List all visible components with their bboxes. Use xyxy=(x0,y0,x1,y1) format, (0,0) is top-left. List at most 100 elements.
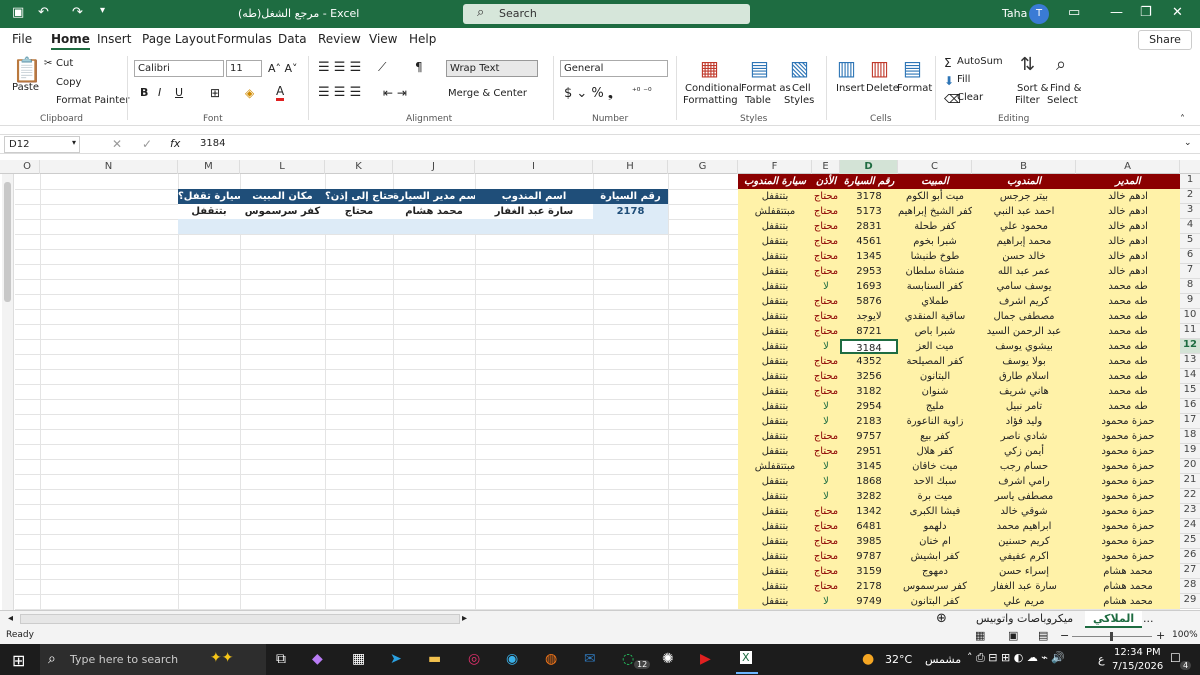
data-cell[interactable]: دمهوج xyxy=(898,564,972,579)
insert-function-icon[interactable]: fx xyxy=(170,137,180,150)
telegram-icon[interactable]: ➤ xyxy=(390,651,402,667)
data-cell[interactable]: بتتقفل xyxy=(738,219,812,234)
data-cell[interactable]: ادهم خالد xyxy=(1076,219,1180,234)
data-cell[interactable]: فيشا الكبرى xyxy=(898,504,972,519)
row-header-21[interactable]: 21 xyxy=(1180,474,1200,489)
data-cell[interactable]: بتتقفل xyxy=(738,594,812,609)
data-cell[interactable]: طه محمد xyxy=(1076,324,1180,339)
summary-cell[interactable]: محمد هشام xyxy=(393,204,475,219)
cancel-icon[interactable]: ✕ xyxy=(112,137,122,151)
underline-icon[interactable]: U xyxy=(175,86,183,99)
avatar[interactable]: T xyxy=(1029,4,1049,24)
row-header-10[interactable]: 10 xyxy=(1180,309,1200,324)
row-header-19[interactable]: 19 xyxy=(1180,444,1200,459)
data-cell[interactable]: لا xyxy=(812,474,840,489)
store-icon[interactable]: ▦ xyxy=(352,651,365,667)
search-input[interactable]: ⌕ Search xyxy=(463,4,750,24)
data-cell[interactable]: محتاج xyxy=(812,549,840,564)
data-cell[interactable]: طه محمد xyxy=(1076,384,1180,399)
close-icon[interactable]: ✕ xyxy=(1172,5,1183,20)
car-number-cell[interactable]: 9757 xyxy=(840,429,898,444)
add-sheet-icon[interactable]: ⊕ xyxy=(936,611,947,626)
car-number-cell[interactable]: 3178 xyxy=(840,189,898,204)
data-cell[interactable]: محتاج xyxy=(812,309,840,324)
data-cell[interactable]: بتتقفل xyxy=(738,444,812,459)
data-cell[interactable]: بتتقفل xyxy=(738,369,812,384)
data-cell[interactable]: كفر هلال xyxy=(898,444,972,459)
borders-icon[interactable]: ⊞ xyxy=(210,86,220,100)
data-cell[interactable]: كفر المصيلحة xyxy=(898,354,972,369)
summary-empty-cell[interactable] xyxy=(593,219,668,234)
currency-icon[interactable]: $ ⌄ % ❟ xyxy=(564,86,613,101)
delete-cells-icon[interactable]: ▥ xyxy=(870,56,889,80)
zoom-in-icon[interactable]: + xyxy=(1156,629,1165,642)
data-cell[interactable]: مليج xyxy=(898,399,972,414)
summary-empty-cell[interactable] xyxy=(240,219,325,234)
data-cell[interactable]: بتتقفل xyxy=(738,249,812,264)
car-number-cell[interactable]: 2953 xyxy=(840,264,898,279)
sort-filter-button[interactable]: Sort & xyxy=(1017,83,1048,94)
data-cell[interactable]: محتاج xyxy=(812,564,840,579)
top-align-icon[interactable]: ☰ ☰ ☰ xyxy=(318,60,361,75)
row-header-17[interactable]: 17 xyxy=(1180,414,1200,429)
row-header-18[interactable]: 18 xyxy=(1180,429,1200,444)
find-select-button[interactable]: Find & xyxy=(1050,83,1081,94)
share-button[interactable]: Share xyxy=(1138,30,1192,50)
scroll-left-icon[interactable]: ◂ xyxy=(8,613,13,624)
data-cell[interactable]: مصطفى ياسر xyxy=(972,489,1076,504)
row-header-11[interactable]: 11 xyxy=(1180,324,1200,339)
data-cell[interactable]: ميت العز xyxy=(898,339,972,354)
row-header-2[interactable]: 2 xyxy=(1180,189,1200,204)
data-cell[interactable]: حمزة محمود xyxy=(1076,489,1180,504)
car-number-cell[interactable]: 1345 xyxy=(840,249,898,264)
row-header-14[interactable]: 14 xyxy=(1180,369,1200,384)
data-cell[interactable]: بتتقفل xyxy=(738,234,812,249)
data-cell[interactable]: بتتقفل xyxy=(738,534,812,549)
data-cell[interactable]: اكرم عفيفي xyxy=(972,549,1076,564)
data-cell[interactable]: ساقية المنقدي xyxy=(898,309,972,324)
outlook-icon[interactable]: ✉ xyxy=(584,651,596,667)
data-cell[interactable]: بتتقفل xyxy=(738,384,812,399)
sheet-tab-private[interactable]: الملاكي xyxy=(1085,611,1143,628)
autosum-button[interactable]: AutoSum xyxy=(957,56,1003,67)
car-number-cell[interactable]: 3145 xyxy=(840,459,898,474)
data-cell[interactable]: كريم اشرف xyxy=(972,294,1076,309)
column-header-D[interactable]: D xyxy=(840,160,898,174)
cut-icon[interactable]: ✂ xyxy=(44,58,52,69)
column-header-E[interactable]: E xyxy=(812,160,840,174)
car-number-cell[interactable]: 4561 xyxy=(840,234,898,249)
data-cell[interactable]: حمزة محمود xyxy=(1076,549,1180,564)
scrollbar-thumb[interactable] xyxy=(4,182,11,302)
car-number-cell[interactable]: 5876 xyxy=(840,294,898,309)
data-cell[interactable]: شوقي خالد xyxy=(972,504,1076,519)
data-cell[interactable]: بيشوي يوسف xyxy=(972,339,1076,354)
data-cell[interactable]: كفر البتانون xyxy=(898,594,972,609)
data-cell[interactable]: تامر نبيل xyxy=(972,399,1076,414)
column-header-K[interactable]: K xyxy=(325,160,393,174)
conditional-formatting-icon[interactable]: ▦ xyxy=(700,56,719,80)
data-cell[interactable]: حمزة محمود xyxy=(1076,459,1180,474)
data-cell[interactable]: شبرا باص xyxy=(898,324,972,339)
page-break-icon[interactable]: ▤ xyxy=(1038,629,1048,642)
main-header[interactable]: المدير xyxy=(1076,174,1180,189)
summary-cell[interactable]: كفر سرسموس xyxy=(240,204,325,219)
main-header[interactable]: الأذن xyxy=(812,174,840,189)
insert-cells-button[interactable]: Insert xyxy=(836,83,865,94)
data-cell[interactable]: محتاج xyxy=(812,369,840,384)
sheet-tab-minibus[interactable]: ميكروباصات واتوبيس xyxy=(968,611,1081,628)
grow-font-icon[interactable]: A˄ A˅ xyxy=(268,62,298,75)
data-cell[interactable]: بتتقفل xyxy=(738,429,812,444)
format-cells-icon[interactable]: ▤ xyxy=(903,56,922,80)
data-cell[interactable]: مصطفى جمال xyxy=(972,309,1076,324)
fill-icon[interactable]: ⬇ xyxy=(944,74,954,88)
data-cell[interactable]: محتاج xyxy=(812,429,840,444)
data-cell[interactable]: بتتقفل xyxy=(738,549,812,564)
summary-cell[interactable]: 2178 xyxy=(593,204,668,219)
summary-header[interactable]: السيارة تقفل؟ xyxy=(178,189,240,204)
data-cell[interactable]: دلهمو xyxy=(898,519,972,534)
car-number-cell[interactable]: 3182 xyxy=(840,384,898,399)
firefox-icon[interactable]: ◍ xyxy=(545,651,557,667)
column-header-J[interactable]: J xyxy=(393,160,475,174)
data-cell[interactable]: بتتقفل xyxy=(738,564,812,579)
customize-icon[interactable]: ▾ xyxy=(100,5,105,16)
